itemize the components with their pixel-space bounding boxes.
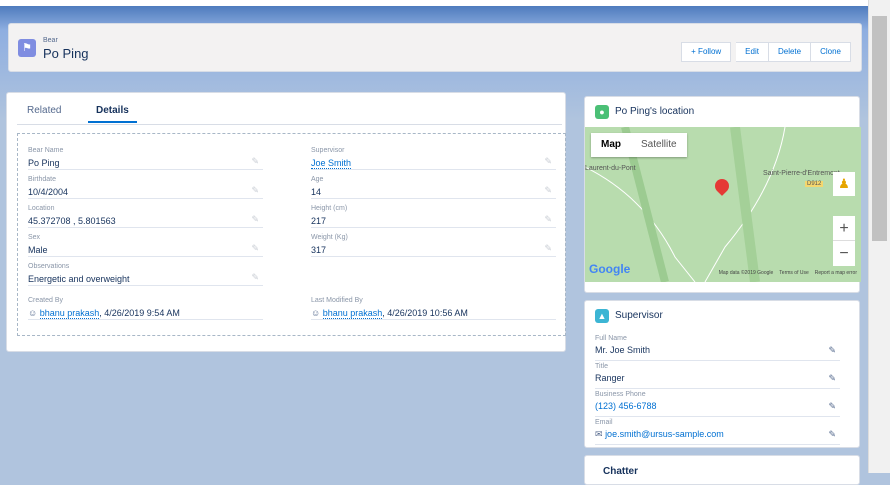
edit-pencil-icon[interactable]: ✎ <box>251 156 259 167</box>
modified-by-link[interactable]: bhanu prakash <box>322 308 383 319</box>
edit-button[interactable]: Edit <box>736 42 769 62</box>
delete-button[interactable]: Delete <box>768 42 812 62</box>
supervisor-card: ▲ Supervisor Full Name Mr. Joe Smith ✎ Titl… <box>584 300 860 448</box>
record-title: Po Ping <box>43 46 89 61</box>
field-value: 317 <box>311 245 327 255</box>
edit-pencil-icon[interactable]: ✎ <box>828 429 836 440</box>
terms-link[interactable]: Terms of Use <box>779 270 808 276</box>
map-type-satellite[interactable]: Satellite <box>631 133 687 157</box>
created-by-link[interactable]: bhanu prakash <box>39 308 100 319</box>
tab-details[interactable]: Details <box>88 105 137 123</box>
detail-field: Birthdate 10/4/2004 ✎ <box>28 171 263 199</box>
road-label: D912 <box>805 181 824 187</box>
zoom-out-button[interactable]: − <box>833 241 855 266</box>
field-label: Supervisor <box>311 147 345 154</box>
field-value: Energetic and overweight <box>28 274 130 284</box>
detail-field: Weight (Kg) 317 ✎ <box>311 229 556 257</box>
scrollbar-thumb[interactable] <box>872 16 887 241</box>
field-value[interactable]: (123) 456-6788 <box>595 401 657 411</box>
detail-field: Height (cm) 217 ✎ <box>311 200 556 228</box>
object-type: Bear <box>43 37 58 44</box>
field-value: 45.372708 , 5.801563 <box>28 216 116 226</box>
user-avatar-icon: ☺ <box>311 308 321 318</box>
google-logo: Google <box>589 262 631 276</box>
field-label: Business Phone <box>595 391 646 398</box>
edit-pencil-icon[interactable]: ✎ <box>828 345 836 356</box>
edit-pencil-icon[interactable]: ✎ <box>544 185 552 196</box>
field-label: Email <box>595 419 613 426</box>
detail-field: Observations Energetic and overweight ✎ <box>28 258 263 286</box>
flag-icon: ⚑ <box>18 39 36 57</box>
edit-pencil-icon[interactable]: ✎ <box>544 156 552 167</box>
detail-field: Supervisor Joe Smith ✎ <box>311 142 556 170</box>
field-value: 10/4/2004 <box>28 187 69 197</box>
edit-pencil-icon[interactable]: ✎ <box>251 185 259 196</box>
map-attribution: Map data ©2019 Google <box>718 270 774 276</box>
supervisor-field: Business Phone (123) 456-6788 ✎ <box>595 389 840 417</box>
details-section: Bear Name Po Ping ✎ Supervisor Joe Smith ✎ Bir… <box>17 133 566 336</box>
supervisor-field: Full Name Mr. Joe Smith ✎ <box>595 333 840 361</box>
field-value: 14 <box>311 187 322 197</box>
field-label: Bear Name <box>28 147 64 154</box>
created-date: , 4/26/2019 9:54 AM <box>99 308 180 318</box>
edit-pencil-icon[interactable]: ✎ <box>828 373 836 384</box>
modified-date: , 4/26/2019 10:56 AM <box>382 308 468 318</box>
field-value: Po Ping <box>28 158 60 168</box>
user-avatar-icon: ☺ <box>28 308 38 318</box>
field-label: Title <box>595 363 608 370</box>
edit-pencil-icon[interactable]: ✎ <box>544 214 552 225</box>
supervisor-field: Title Ranger ✎ <box>595 361 840 389</box>
location-pin-icon: ● <box>595 105 609 119</box>
field-label: Location <box>28 205 55 212</box>
supervisor-card-title: Supervisor <box>615 310 663 321</box>
tab-related[interactable]: Related <box>27 105 61 116</box>
field-label: Height (cm) <box>311 205 348 212</box>
report-error-link[interactable]: Report a map error <box>815 270 857 276</box>
field-label: Sex <box>28 234 41 241</box>
clone-button[interactable]: Clone <box>811 42 851 62</box>
field-value: Ranger <box>595 373 625 383</box>
field-value: Mr. Joe Smith <box>595 345 651 355</box>
details-card: Related Details Bear Name Po Ping ✎ Supervi… <box>6 92 566 352</box>
map-type-map[interactable]: Map <box>591 133 631 157</box>
record-header: ⚑ Bear Po Ping + Follow Edit Delete Clon… <box>8 23 862 72</box>
field-label: Created By <box>28 297 64 304</box>
supervisor-field: Email ✉ joe.smith@ursus-sample.com ✎ <box>595 417 840 445</box>
street-view-pegman-icon[interactable]: ♟ <box>833 172 855 196</box>
field-label: Birthdate <box>28 176 57 183</box>
edit-pencil-icon[interactable]: ✎ <box>828 401 836 412</box>
detail-field: Location 45.372708 , 5.801563 ✎ <box>28 200 263 228</box>
modified-by-field: Last Modified By ☺ bhanu prakash, 4/26/2… <box>311 292 556 320</box>
scrollbar[interactable] <box>868 0 890 473</box>
location-card: ● Po Ping's location Map Satellite Lauren… <box>584 96 861 293</box>
location-card-title: Po Ping's location <box>615 106 695 117</box>
field-label: Observations <box>28 263 70 270</box>
field-value[interactable]: Joe Smith <box>311 158 352 169</box>
edit-pencil-icon[interactable]: ✎ <box>251 243 259 254</box>
contact-icon: ▲ <box>595 309 609 323</box>
created-by-field: Created By ☺ bhanu prakash, 4/26/2019 9:… <box>28 292 263 320</box>
map-place-label: Laurent-du-Pont <box>585 165 636 172</box>
email-icon: ✉ <box>595 429 603 439</box>
edit-pencil-icon[interactable]: ✎ <box>251 272 259 283</box>
map-place-label: Saint-Pierre-d'Entremont <box>763 170 840 177</box>
detail-field: Sex Male ✎ <box>28 229 263 257</box>
field-label: Weight (Kg) <box>311 234 348 241</box>
top-edge <box>0 0 890 6</box>
zoom-in-button[interactable]: + <box>833 216 855 241</box>
field-value: Male <box>28 245 48 255</box>
field-label: Full Name <box>595 335 627 342</box>
field-label: Last Modified By <box>311 297 363 304</box>
map[interactable]: Map Satellite Laurent-du-Pont Saint-Pierr… <box>585 127 861 282</box>
follow-button[interactable]: + Follow <box>681 42 732 62</box>
edit-pencil-icon[interactable]: ✎ <box>251 214 259 225</box>
field-label: Age <box>311 176 324 183</box>
chatter-title: Chatter <box>603 466 639 477</box>
edit-pencil-icon[interactable]: ✎ <box>544 243 552 254</box>
chatter-card: Chatter <box>584 455 860 485</box>
field-value: 217 <box>311 216 327 226</box>
detail-field: Bear Name Po Ping ✎ <box>28 142 263 170</box>
field-value[interactable]: joe.smith@ursus-sample.com <box>605 429 724 439</box>
detail-field: Age 14 ✎ <box>311 171 556 199</box>
